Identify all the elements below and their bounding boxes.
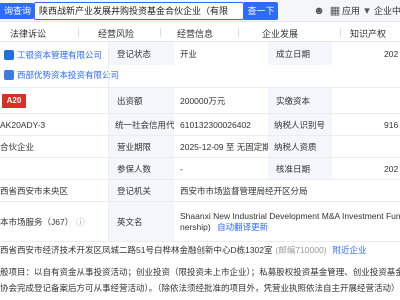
business-scope-line2: 协会完成登记备案后方可从事经营活动）。（除依法须经批准的项目外，凭营业执照依法自… [0, 283, 400, 293]
registration-number-value: AK20ADY-3 [0, 119, 46, 130]
established-value: 202 [384, 48, 399, 59]
search-input[interactable]: 陕西战新产业发展井购投资基金合伙企业（有限 [34, 2, 244, 20]
tab-business-info[interactable]: 经营信息 [177, 27, 213, 40]
tab-intellectual-property[interactable]: 知识产权 [350, 27, 386, 40]
table-row: 合伙企业 营业期限 2025-12-09 至 无固定期限 纳税人资质 [0, 136, 400, 158]
brand-tab[interactable]: 询查询 [0, 3, 36, 19]
table-row: 西省西安市经济技术开发区凤城二路51号白桦林金融创新中心D栋1302室 (邮编7… [0, 242, 400, 258]
table-row: AK20ADY-3 统一社会信用代码 61013230002640​2 纳税人识… [0, 114, 400, 136]
term-value: 2025-12-09 至 无固定期限 [180, 141, 280, 152]
tab-divider [238, 28, 239, 37]
enterprise-center-link[interactable]: 企业中 [374, 4, 400, 18]
tab-divider [340, 28, 341, 37]
reg-status-label: 登记状态 [109, 42, 174, 65]
top-bar: 询查询 陕西战新产业发展井购投资基金合伙企业（有限 查一下 ☻ ▦ 应用 ▾ 企… [0, 0, 400, 22]
chevron-down-icon[interactable]: ▾ [360, 4, 374, 18]
partner-entry[interactable]: 西部优势资本投资有限公司 [4, 66, 119, 84]
help-icon[interactable]: ⓘ [76, 216, 85, 228]
tab-divider [160, 28, 161, 37]
credit-code-label: 统一社会信用代码 [109, 114, 174, 135]
tab-business-risk[interactable]: 经营风险 [98, 27, 134, 40]
company-logo: A20 [2, 88, 102, 113]
address-value: 西省西安市经济技术开发区凤城二路51号白桦林金融创新中心D栋1302室 [0, 245, 273, 255]
taxpayer-id-label: 纳税人识别号 [268, 114, 332, 135]
capital-label: 出资额 [109, 88, 174, 113]
address-row: 西省西安市经济技术开发区凤城二路51号白桦林金融创新中心D栋1302室 (邮编7… [0, 242, 400, 258]
company-type-value: 合伙企业 [0, 141, 35, 152]
apps-grid-icon[interactable]: ▦ [328, 4, 342, 18]
industry-value: 本市场服务（J67） ⓘ [0, 202, 106, 241]
capital-value: 200000万元 [180, 95, 226, 106]
company-logo-icon: A20 [2, 93, 26, 108]
insured-value: - [180, 163, 183, 174]
established-label: 成立日期 [268, 42, 332, 65]
tab-legal-litigation[interactable]: 法律诉讼 [10, 27, 46, 40]
nearby-companies-link[interactable]: 附近企业 [333, 244, 367, 256]
partner-name-link[interactable]: 西部优势资本投资有限公司 [17, 69, 119, 81]
company-logo-icon [4, 50, 14, 60]
taxpayer-id-value: 916 [384, 119, 399, 130]
reg-status-value: 开业 [180, 48, 198, 59]
tab-divider [78, 28, 79, 37]
english-name-line1: Shaanxi New Industrial Development M&A I… [180, 210, 400, 221]
credit-code-value: 61013230002640​2 [180, 119, 251, 130]
auto-translate-link[interactable]: 自动翻译更新 [217, 222, 268, 232]
table-row: 参保人数 - 核准日期 202 [0, 158, 400, 180]
table-row: 本市场服务（J67） ⓘ 英文名 Shaanxi New Industrial … [0, 202, 400, 242]
partner-name-link[interactable]: 工银资本管理有限公司 [17, 49, 102, 61]
term-label: 营业期限 [109, 136, 174, 157]
english-name-value: Shaanxi New Industrial Development M&A I… [176, 202, 400, 241]
authority-value: 西安市市场监督管理局经开区分局 [180, 185, 308, 196]
paid-capital-label: 实缴资本 [268, 88, 332, 113]
partner-entry[interactable]: 工银资本管理有限公司 [4, 46, 102, 64]
table-row: A20 出资额 200000万元 实缴资本 [0, 88, 400, 114]
industry-text: 本市场服务（J67） [0, 216, 74, 227]
section-tabs: 法律诉讼 经营风险 经营信息 企业发展 知识产权 [0, 22, 400, 42]
taxpayer-qual-label: 纳税人资质 [268, 136, 332, 157]
authority-label: 登记机关 [109, 180, 174, 201]
apps-menu-label[interactable]: 应用 [342, 4, 360, 18]
postcode-value: (邮编710000) [275, 245, 327, 255]
insured-label: 参保人数 [109, 158, 174, 179]
search-button[interactable]: 查一下 [244, 2, 278, 20]
table-row: 西省西安市未央区 登记机关 西安市市场监督管理局经开区分局 [0, 180, 400, 202]
english-name-line2: nership) [180, 221, 211, 232]
company-logo-icon [4, 70, 14, 80]
business-scope-line1: 般项目：以自有资金从事投资活动；创业投资（限投资未上市企业）；私募股权投资基金管… [0, 267, 400, 277]
approved-date-value: 202 [384, 163, 399, 174]
region-value: 西省西安市未央区 [0, 185, 69, 196]
english-name-label: 英文名 [109, 202, 174, 241]
user-icon[interactable]: ☻ [312, 4, 326, 18]
tab-enterprise-development[interactable]: 企业发展 [262, 27, 298, 40]
table-row: 工银资本管理有限公司 西部优势资本投资有限公司 登记状态 开业 成立日期 202 [0, 42, 400, 88]
approved-date-label: 核准日期 [268, 158, 332, 179]
